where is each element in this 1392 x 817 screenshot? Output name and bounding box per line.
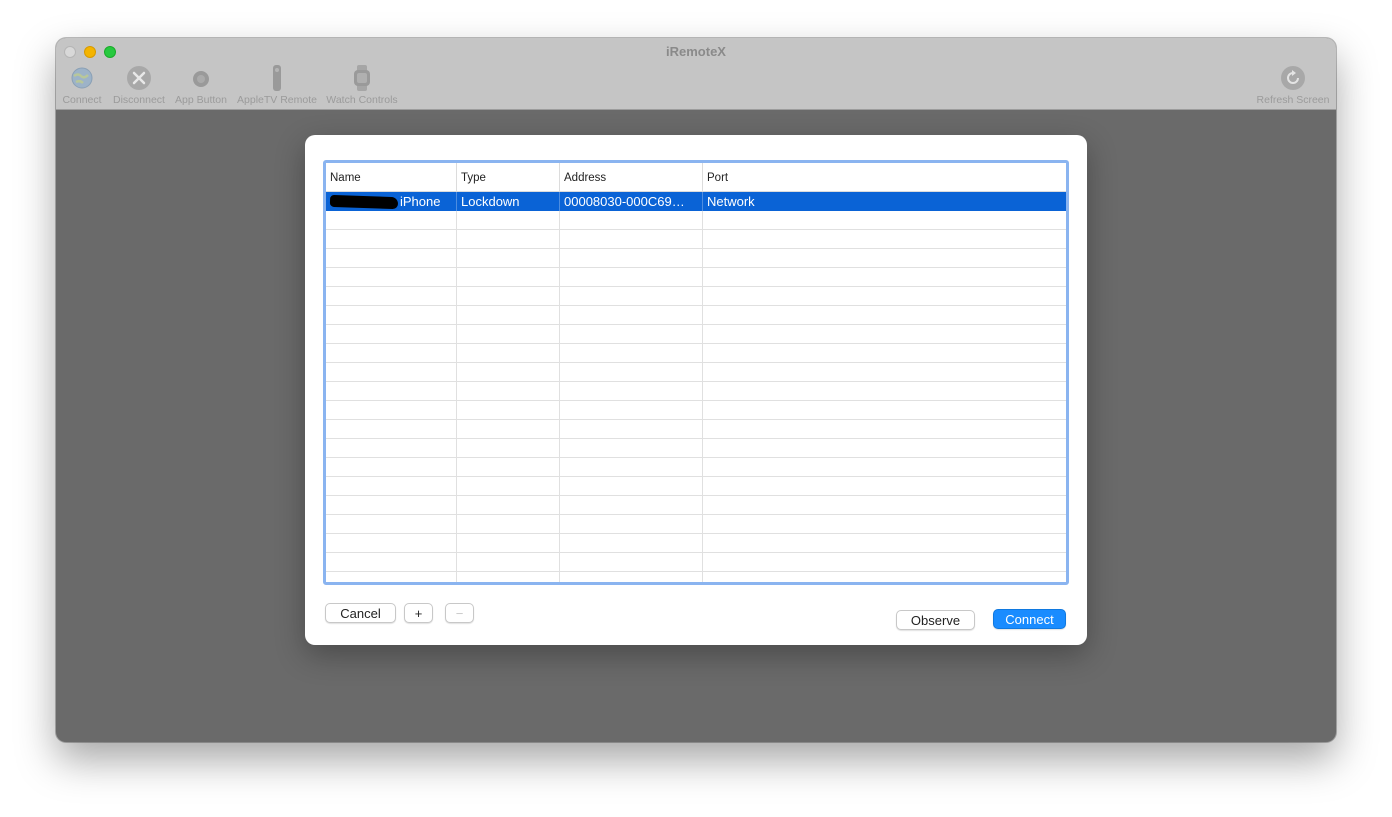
table-row (326, 382, 1066, 401)
table-row (326, 268, 1066, 287)
connect-toolbar-button[interactable]: Connect (60, 64, 104, 106)
table-row (326, 553, 1066, 572)
column-header-type[interactable]: Type (457, 163, 560, 191)
table-row (326, 230, 1066, 249)
refresh-screen-toolbar-button[interactable]: Refresh Screen (1254, 64, 1332, 106)
table-row (326, 306, 1066, 325)
remove-device-button[interactable]: − (445, 603, 474, 623)
column-header-address[interactable]: Address (560, 163, 703, 191)
refresh-icon (1254, 64, 1332, 92)
column-header-name[interactable]: Name (326, 163, 457, 191)
table-body: iPhone Lockdown 00008030-000C69… Network (326, 192, 1066, 582)
table-row (326, 344, 1066, 363)
connect-toolbar-label: Connect (62, 94, 102, 106)
device-name-cell: iPhone (326, 192, 457, 211)
table-row (326, 211, 1066, 230)
device-name: iPhone (400, 194, 441, 209)
redaction-mark (329, 194, 399, 210)
table-row (326, 401, 1066, 420)
x-circle-icon (110, 64, 168, 92)
title-bar: iRemoteX Connect Disconnect App Button A… (56, 38, 1336, 110)
table-row (326, 249, 1066, 268)
globe-icon (60, 64, 104, 92)
table-row (326, 496, 1066, 515)
disconnect-toolbar-button[interactable]: Disconnect (110, 64, 168, 106)
app-window: iRemoteX Connect Disconnect App Button A… (56, 38, 1336, 742)
appletv-remote-toolbar-label: AppleTV Remote (237, 94, 317, 106)
table-row (326, 363, 1066, 382)
device-type-cell: Lockdown (457, 192, 560, 211)
watch-controls-toolbar-label: Watch Controls (326, 94, 398, 106)
table-row (326, 287, 1066, 306)
table-header: Name Type Address Port (326, 163, 1066, 192)
device-port-cell: Network (707, 194, 755, 209)
table-row[interactable]: iPhone Lockdown 00008030-000C69… Network (326, 192, 1066, 211)
table-row (326, 325, 1066, 344)
device-address-cell: 00008030-000C69… (560, 192, 703, 211)
watch-icon (324, 64, 400, 92)
appletv-remote-toolbar-button[interactable]: AppleTV Remote (236, 64, 318, 106)
remote-icon (236, 64, 318, 92)
column-header-port[interactable]: Port (703, 163, 1066, 191)
refresh-screen-toolbar-label: Refresh Screen (1256, 94, 1330, 106)
table-row (326, 477, 1066, 496)
window-title: iRemoteX (666, 44, 726, 59)
device-selection-sheet: Name Type Address Port iPhone Lockdown 0… (305, 135, 1087, 645)
disconnect-toolbar-label: Disconnect (113, 94, 165, 106)
table-row (326, 458, 1066, 477)
cancel-button[interactable]: Cancel (325, 603, 396, 623)
app-button-toolbar-button[interactable]: App Button (172, 64, 230, 106)
circle-button-icon (172, 64, 230, 92)
table-row (326, 534, 1066, 553)
watch-controls-toolbar-button[interactable]: Watch Controls (324, 64, 400, 106)
table-row (326, 439, 1066, 458)
observe-button[interactable]: Observe (896, 610, 975, 630)
table-row (326, 515, 1066, 534)
add-device-button[interactable]: + (404, 603, 433, 623)
device-table[interactable]: Name Type Address Port iPhone Lockdown 0… (323, 160, 1069, 585)
connect-button[interactable]: Connect (993, 609, 1066, 629)
app-button-toolbar-label: App Button (175, 94, 227, 106)
table-row (326, 420, 1066, 439)
